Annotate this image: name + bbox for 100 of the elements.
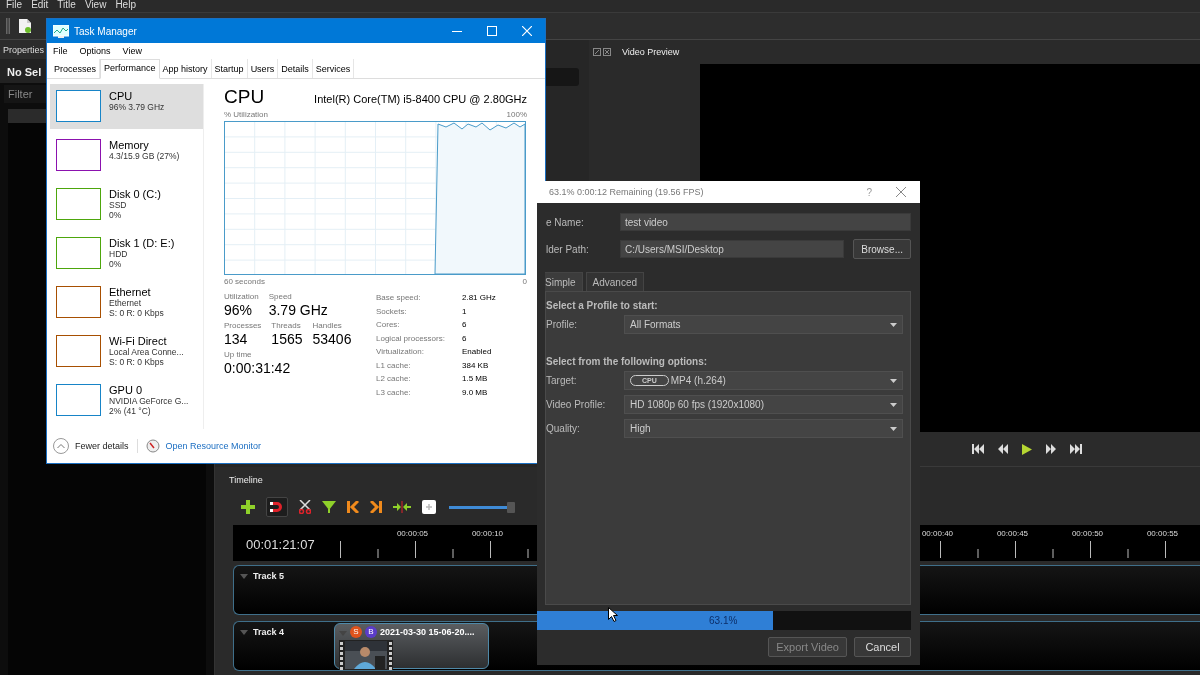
dropdown-value: MP4 (h.264): [670, 375, 727, 386]
skip-start-icon[interactable]: [972, 444, 984, 454]
fewer-details-link[interactable]: Fewer details: [75, 441, 129, 451]
menu-item[interactable]: File: [6, 0, 23, 12]
stat-label: Utilization: [224, 292, 259, 301]
ruler-label: 00:00:40: [920, 529, 955, 538]
menu-item[interactable]: File: [53, 46, 68, 56]
resource-item[interactable]: Memory 4.3/15.9 GB (27%): [50, 133, 203, 178]
stat-value: 53406: [312, 331, 352, 347]
tab[interactable]: Simple: [545, 272, 583, 291]
clip-badge[interactable]: S: [350, 626, 362, 638]
task-manager-icon: [53, 24, 69, 38]
magnet-icon: [270, 501, 284, 513]
tab[interactable]: Details: [278, 59, 313, 78]
resource-title: CPU: [224, 86, 265, 108]
spec-label: Logical processors:: [376, 332, 446, 345]
tab[interactable]: Users: [247, 59, 279, 78]
resource-item[interactable]: Disk 1 (D: E:) HDD 0%: [50, 231, 203, 276]
tab[interactable]: Services: [312, 59, 355, 78]
stat-value: 0:00:31:42: [224, 360, 291, 376]
resource-name: CPU: [109, 90, 134, 102]
tab[interactable]: Performance: [100, 59, 160, 79]
snap-button[interactable]: [266, 497, 288, 517]
scissors-icon[interactable]: [299, 500, 311, 514]
float-icon: [593, 48, 601, 56]
tab[interactable]: Startup: [211, 59, 248, 78]
menu-item[interactable]: Options: [79, 46, 111, 56]
field-label: lder Path:: [545, 243, 590, 255]
resource-monitor-link[interactable]: Open Resource Monitor: [165, 441, 262, 451]
tab[interactable]: App history: [159, 59, 212, 78]
resource-detail: NVIDIA GeForce G...: [109, 396, 189, 406]
video-clip[interactable]: S B 2021-03-30 15-06-20....: [334, 623, 489, 669]
plus-icon[interactable]: [241, 500, 255, 514]
menu-item[interactable]: Help: [115, 0, 136, 12]
stat-value: 1565: [271, 331, 303, 347]
text-field[interactable]: C:/Users/MSI/Desktop: [620, 240, 845, 258]
clip-badge[interactable]: B: [365, 626, 377, 638]
rewind-icon[interactable]: [997, 444, 1009, 454]
previous-marker-icon[interactable]: [347, 501, 359, 513]
tab[interactable]: Advanced: [585, 272, 645, 291]
resource-item[interactable]: Ethernet Ethernet S: 0 R: 0 Kbps: [50, 280, 203, 325]
new-file-icon[interactable]: [18, 18, 32, 34]
spec-label: L1 cache:: [376, 359, 412, 372]
resource-item[interactable]: Disk 0 (C:) SSD 0%: [50, 182, 203, 227]
dropdown-value: High: [630, 423, 652, 434]
maximize-icon[interactable]: [487, 26, 497, 36]
chevron-icon[interactable]: [240, 574, 248, 579]
resource-detail: Ethernet: [109, 298, 143, 308]
dropdown-arrow-icon: [890, 426, 897, 431]
stat-value: 3.79 GHz: [268, 302, 328, 318]
next-marker-icon[interactable]: [370, 501, 382, 513]
gauge-icon[interactable]: [145, 439, 160, 453]
cursor-icon: [608, 607, 618, 622]
menu-item[interactable]: Edit: [31, 0, 49, 12]
dropdown-arrow-icon: [890, 378, 897, 383]
clip-title: 2021-03-30 15-06-20....: [380, 627, 475, 637]
resource-detail: S: 0 R: 0 Kbps: [109, 308, 164, 318]
resource-item[interactable]: GPU 0 NVIDIA GeForce G... 2% (41 °C): [50, 378, 203, 423]
menu-item[interactable]: View: [122, 46, 142, 56]
resource-name: GPU 0: [109, 384, 143, 396]
close-icon[interactable]: [896, 187, 906, 197]
panel-title: Video Preview: [622, 47, 680, 57]
field-label: e Name:: [545, 216, 585, 228]
dropdown[interactable]: All Formats: [624, 315, 903, 334]
section-heading: Select from the following options:: [546, 356, 709, 367]
ruler-label: 00:00:55: [1145, 529, 1180, 538]
resource-detail: 96% 3.79 GHz: [109, 102, 165, 112]
resource-detail: 2% (41 °C): [109, 406, 152, 416]
field-label: Video Profile:: [546, 399, 607, 410]
menu-item[interactable]: Title: [57, 0, 76, 12]
cancel-button[interactable]: Cancel: [854, 637, 911, 657]
spec-value: 6: [462, 319, 468, 331]
chevron-icon[interactable]: [240, 630, 248, 635]
chevron-up-icon[interactable]: [53, 438, 69, 454]
resource-item[interactable]: Wi-Fi Direct Local Area Conne... S: 0 R: 0 Kbps: [50, 329, 203, 374]
resource-item[interactable]: CPU 96% 3.79 GHz: [50, 84, 203, 129]
center-arrows-icon[interactable]: [393, 501, 411, 513]
window-title: Task Manager: [74, 25, 138, 37]
play-icon[interactable]: [1022, 443, 1032, 455]
dropdown[interactable]: High: [624, 419, 903, 438]
resource-name: Disk 0 (C:): [109, 188, 161, 200]
panel-tab[interactable]: Properties: [0, 40, 48, 59]
dropdown-arrow-icon: [890, 402, 897, 407]
menu-item[interactable]: View: [84, 0, 107, 12]
spec-label: Virtualization:: [376, 346, 425, 358]
resource-name: Memory: [109, 139, 150, 151]
spec-value: 2.81 GHz: [462, 292, 496, 304]
resource-detail: 4.3/15.9 GB (27%): [109, 151, 180, 161]
browse-button[interactable]: Browse...: [853, 239, 911, 259]
fast-forward-icon[interactable]: [1045, 444, 1057, 454]
cpu-model: Intel(R) Core(TM) i5-8400 CPU @ 2.80GHz: [314, 93, 527, 105]
spec-value: 9.0 MB: [462, 386, 489, 399]
track-name: Track 4: [253, 627, 285, 637]
spec-label: L3 cache:: [376, 386, 412, 399]
skip-end-icon[interactable]: [1070, 444, 1082, 454]
marker-icon[interactable]: [322, 501, 336, 513]
track-name: Track 5: [253, 571, 285, 581]
text-field[interactable]: test video: [620, 213, 911, 231]
dropdown[interactable]: HD 1080p 60 fps (1920x1080): [624, 395, 903, 414]
progress-text: 63.1%: [709, 615, 738, 626]
